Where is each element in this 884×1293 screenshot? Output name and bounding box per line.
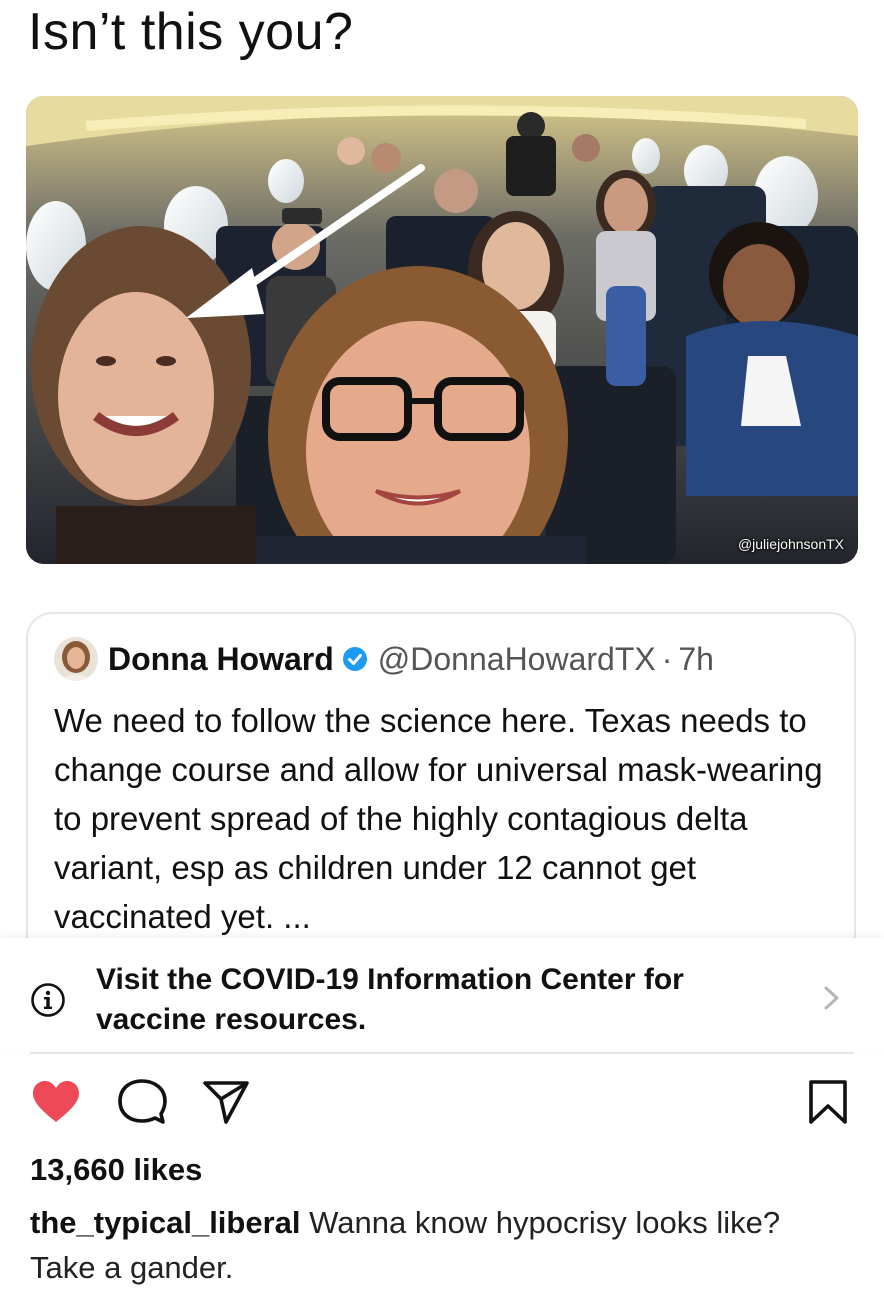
tweet-text: We need to follow the science here. Texa…: [54, 702, 823, 935]
post-caption: the_typical_liberal Wanna know hypocrisy…: [30, 1200, 830, 1290]
info-icon: [30, 982, 66, 1018]
airplane-selfie-photo[interactable]: @juliejohnsonTX: [26, 96, 858, 564]
action-bar: [0, 1078, 884, 1131]
chevron-right-icon[interactable]: [820, 980, 844, 1016]
tweet-separator: ·: [661, 640, 673, 677]
share-icon: [202, 1079, 250, 1130]
verified-badge-icon: [342, 646, 368, 672]
photo-illustration: [26, 96, 858, 564]
tweet-timestamp: 7h: [678, 640, 714, 677]
embedded-tweet-card[interactable]: Donna Howard @DonnaHowardTX · 7h We need…: [26, 612, 856, 952]
headline: Isn’t this you?: [28, 3, 354, 61]
like-button[interactable]: [30, 1080, 82, 1128]
tweet-handle[interactable]: @DonnaHowardTX: [378, 641, 656, 678]
comment-button[interactable]: [116, 1078, 168, 1131]
covid-info-banner[interactable]: Visit the COVID-19 Information Center fo…: [0, 938, 884, 1053]
caption-username[interactable]: the_typical_liberal: [30, 1205, 301, 1240]
comment-icon: [117, 1078, 167, 1131]
avatar[interactable]: [54, 637, 98, 681]
covid-banner-text[interactable]: Visit the COVID-19 Information Center fo…: [96, 960, 776, 1040]
divider: [30, 1052, 854, 1054]
share-button[interactable]: [200, 1080, 252, 1128]
tweet-header: Donna Howard @DonnaHowardTX · 7h: [54, 636, 714, 682]
save-button[interactable]: [804, 1079, 852, 1130]
tweet-author-name[interactable]: Donna Howard: [108, 641, 334, 678]
likes-count[interactable]: 13,660 likes: [30, 1152, 202, 1188]
bookmark-icon: [807, 1079, 849, 1130]
photo-watermark: @juliejohnsonTX: [737, 536, 844, 552]
heart-icon: [31, 1080, 81, 1129]
